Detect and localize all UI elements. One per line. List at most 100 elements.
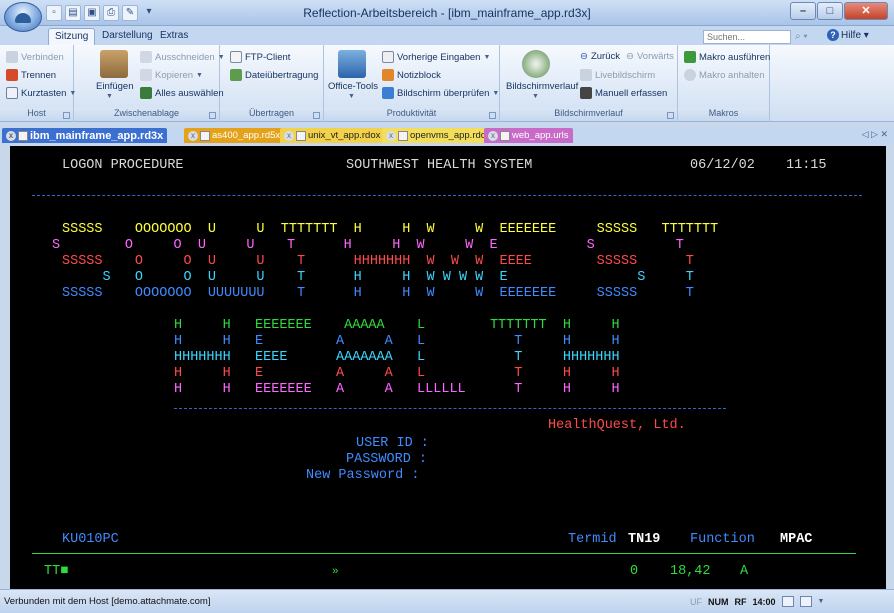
tab-darstellung[interactable]: Darstellung — [96, 28, 159, 45]
cursor-position: 18,42 — [670, 564, 711, 579]
close-tab-icon[interactable]: x — [284, 130, 294, 141]
disconnect-icon — [6, 69, 18, 81]
separator-line — [32, 195, 862, 196]
input-mode: A — [740, 564, 749, 579]
run-macro-button[interactable]: Makro ausführen — [684, 51, 770, 63]
dialog-launcher-icon[interactable] — [63, 112, 70, 119]
group-label-history: Bildschirmverlauf — [500, 108, 677, 121]
group-transfer: FTP-Client Dateiübertragung Übertragen — [220, 45, 324, 122]
password-field[interactable] — [450, 452, 710, 468]
rf-indicator: RF — [734, 596, 747, 607]
new-password-label: New Password : — [306, 468, 420, 483]
group-label-productivity: Produktivität — [324, 108, 499, 121]
paste-icon[interactable] — [100, 50, 128, 78]
help-button[interactable]: ? Hilfe ▾ — [827, 29, 869, 41]
chevron-down-icon[interactable]: ▼ — [818, 598, 825, 605]
termid-label: Termid — [568, 532, 617, 547]
oia-zero: 0 — [630, 564, 639, 579]
banner-row-3: SSSSS O O U U T HHHHHHH W W W EEEE SSSSS… — [62, 254, 694, 269]
group-macros: Makro ausführen Makro anhalten Makros — [678, 45, 770, 122]
notepad-icon — [382, 69, 394, 81]
oia-separator — [32, 553, 856, 554]
close-tab-icon[interactable]: x — [488, 130, 498, 141]
disconnect-button[interactable]: Trennen — [6, 69, 56, 81]
tab-extras[interactable]: Extras — [154, 28, 194, 45]
file-icon — [296, 130, 306, 141]
back-button[interactable]: ⊖ Zurück — [580, 51, 620, 62]
live-screen-button[interactable]: Livebildschirm — [580, 69, 655, 81]
maximize-button[interactable]: □ — [817, 2, 843, 20]
dialog-launcher-icon[interactable] — [313, 112, 320, 119]
doc-tab-ibm-mainframe[interactable]: x ibm_mainframe_app.rd3x — [2, 128, 168, 143]
ftp-icon — [230, 51, 242, 63]
dialog-launcher-icon[interactable] — [209, 112, 216, 119]
screen-history-button[interactable]: Bildschirmverlauf — [506, 81, 578, 92]
previous-inputs-button[interactable]: Vorherige Eingaben ▼ — [382, 51, 490, 63]
banner-row-2: S O O U U T H H W W E S T — [52, 238, 684, 253]
document-tabs: x ibm_mainframe_app.rd3x x as400_app.rd5x … — [0, 127, 894, 144]
separator-line — [174, 408, 726, 409]
stop-macro-icon — [684, 69, 696, 81]
tab-sitzung[interactable]: Sitzung — [48, 28, 96, 45]
office-tools-button[interactable]: Office-Tools — [328, 81, 378, 92]
oia-indicator: » — [332, 566, 339, 578]
copy-button[interactable]: Kopieren ▼ — [140, 69, 203, 81]
forward-button[interactable]: ⊖ Vorwärts — [626, 51, 674, 62]
doc-tab-as400[interactable]: x as400_app.rd5x — [184, 128, 285, 143]
status-clock: 14:00 — [752, 596, 776, 607]
group-label-transfer: Übertragen — [220, 108, 323, 121]
close-button[interactable]: ✕ — [844, 2, 888, 20]
minimize-button[interactable]: – — [790, 2, 816, 20]
history-list-icon — [382, 51, 394, 63]
group-host: Verbinden Trennen Kurztasten ▼ Host — [0, 45, 76, 122]
window-layout-icon[interactable] — [799, 596, 812, 607]
banner-row-1: SSSSS OOOOOOO U U TTTTTTT H H W W EEEEEE… — [62, 222, 719, 237]
office-tools-icon[interactable] — [338, 50, 366, 78]
screen-check-button[interactable]: Bildschirm überprüfen ▼ — [382, 87, 499, 99]
terminal-screen[interactable]: LOGON PROCEDURE SOUTHWEST HEALTH SYSTEM … — [10, 146, 886, 589]
close-tab-icon[interactable]: x — [188, 130, 198, 141]
tab-scroll-arrows[interactable]: ◁ ▷ ✕ — [862, 129, 888, 140]
title-bar: ▫ ▤ ▣ ⎙ ✎ ▾ Reflection-Arbeitsbereich - … — [0, 0, 894, 26]
termid-value: TN19 — [628, 532, 661, 547]
status-indicators: UF NUM RF 14:00 ▼ — [690, 596, 824, 607]
ftp-client-button[interactable]: FTP-Client — [230, 51, 290, 63]
stop-macro-button[interactable]: Makro anhalten — [684, 69, 764, 81]
function-label: Function — [690, 532, 755, 547]
file-icon — [18, 130, 28, 141]
shortcut-keys-button[interactable]: Kurztasten ▼ — [6, 87, 76, 99]
ribbon: Verbinden Trennen Kurztasten ▼ Host Einfü… — [0, 45, 894, 122]
group-label-macros: Makros — [678, 108, 769, 121]
paste-button[interactable]: Einfügen — [96, 81, 134, 92]
dialog-launcher-icon[interactable] — [489, 112, 496, 119]
search-icon[interactable]: ⌕ ▾ — [795, 31, 808, 42]
health-row-3: HHHHHHH EEEE AAAAAAA L T HHHHHHH — [174, 350, 620, 365]
file-icon — [200, 130, 210, 141]
cut-button[interactable]: Ausschneiden ▼ — [140, 51, 225, 63]
forward-icon: ⊖ — [626, 51, 634, 62]
header-date: 06/12/02 — [690, 158, 755, 173]
user-id-field[interactable] — [450, 436, 710, 452]
doc-tab-unix-vt[interactable]: x unix_vt_app.rdox — [280, 128, 385, 143]
keyboard-icon — [6, 87, 18, 99]
scissors-icon — [140, 51, 152, 63]
notepad-button[interactable]: Notizblock — [382, 69, 441, 81]
file-transfer-button[interactable]: Dateiübertragung — [230, 69, 318, 81]
application-menu-button[interactable] — [4, 2, 42, 32]
help-icon: ? — [827, 29, 839, 41]
manual-capture-button[interactable]: Manuell erfassen — [580, 87, 667, 99]
close-tab-icon[interactable]: x — [6, 130, 16, 141]
close-tab-icon[interactable]: x — [386, 130, 396, 141]
screen-icon[interactable] — [781, 596, 794, 607]
select-all-button[interactable]: Alles auswählen — [140, 87, 224, 99]
connect-icon — [6, 51, 18, 63]
clock-history-icon[interactable] — [522, 50, 550, 78]
back-icon: ⊖ — [580, 51, 588, 62]
function-value: MPAC — [780, 532, 813, 547]
new-password-field[interactable] — [450, 468, 710, 484]
doc-tab-openvms[interactable]: x openvms_app.rdox — [382, 128, 495, 143]
connect-button[interactable]: Verbinden — [6, 51, 64, 63]
doc-tab-web-app[interactable]: x web_app.urls — [484, 128, 573, 143]
search-input[interactable] — [703, 30, 791, 44]
dialog-launcher-icon[interactable] — [667, 112, 674, 119]
